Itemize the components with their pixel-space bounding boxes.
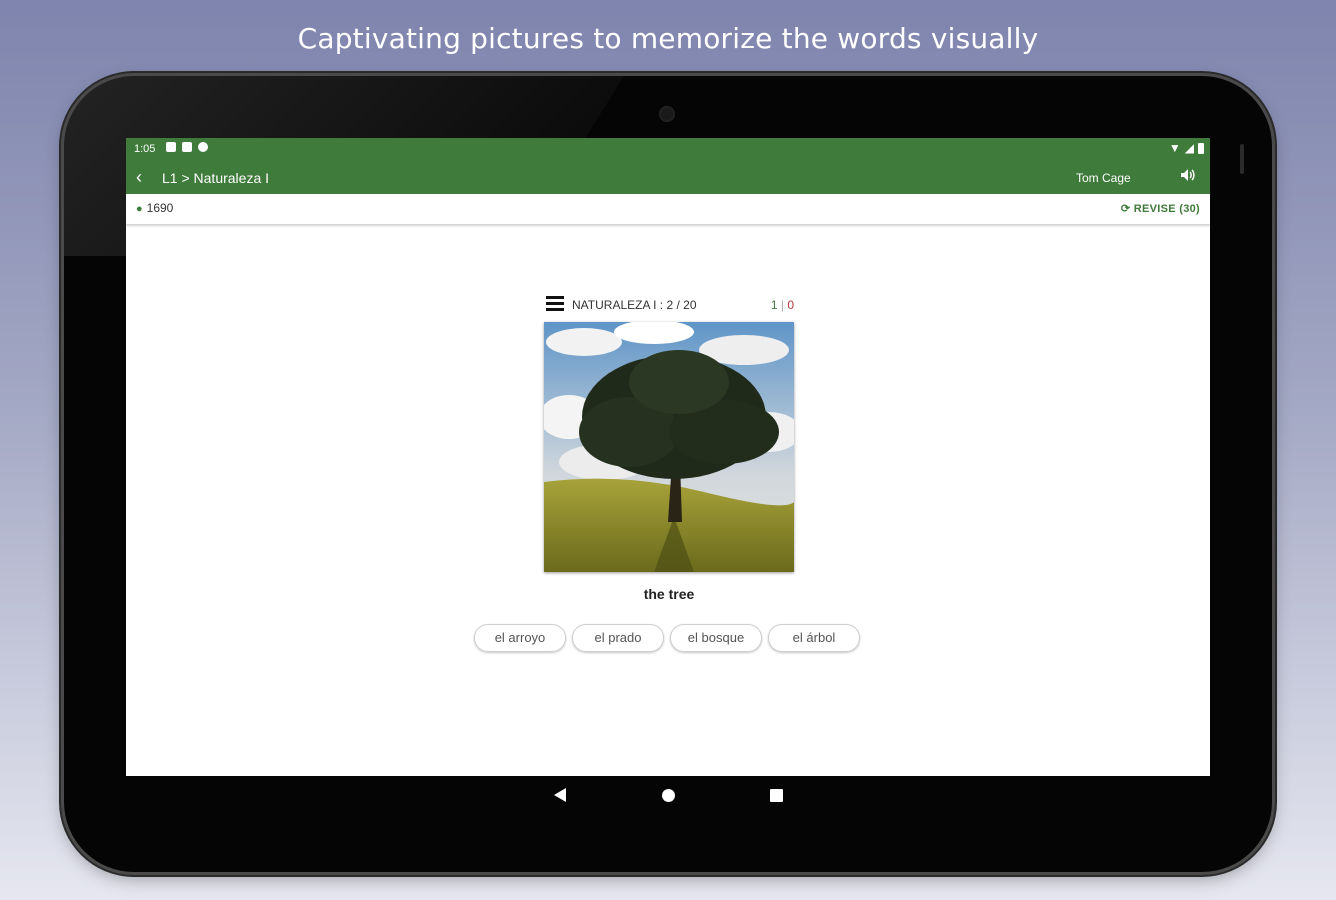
- notification-icons: [166, 142, 208, 152]
- points-display: ● 1690: [136, 201, 173, 215]
- word-caption: the tree: [643, 586, 695, 602]
- marketing-headline: Captivating pictures to memorize the wor…: [297, 22, 1039, 55]
- system-status-icons: ▼ ◢: [1169, 141, 1204, 155]
- app-bar: 1:05 ▼ ◢ ‹ L1 > Naturaleza I Tom Cage: [126, 138, 1210, 194]
- word-picture: [544, 322, 794, 572]
- choice-button[interactable]: el bosque: [670, 624, 762, 652]
- status-time: 1:05: [134, 143, 156, 155]
- refresh-icon: ⟳: [1120, 203, 1134, 215]
- score-counter: 1 | 0: [771, 298, 794, 312]
- volume-icon[interactable]: [1180, 168, 1196, 185]
- status-bar: 1:05 ▼ ◢: [126, 138, 1210, 162]
- lesson-header: NATURALEZA I : 2 / 20 1 | 0: [544, 294, 796, 316]
- score-separator: |: [780, 298, 784, 312]
- sync-icon: [198, 142, 208, 152]
- app-screen: 1:05 ▼ ◢ ‹ L1 > Naturaleza I Tom Cage ● …: [126, 138, 1210, 776]
- toolbar: ‹ L1 > Naturaleza I Tom Cage: [126, 162, 1210, 194]
- lesson-title: NATURALEZA I : 2 / 20: [572, 298, 697, 312]
- choice-button[interactable]: el arroyo: [474, 624, 566, 652]
- pin-icon: ●: [136, 203, 143, 215]
- wrong-count: 0: [787, 298, 794, 312]
- tree-illustration: [544, 322, 794, 572]
- battery-icon: [1198, 142, 1204, 154]
- nav-back-icon[interactable]: [554, 788, 566, 802]
- notification-icon: [166, 142, 176, 152]
- signal-icon: ◢: [1184, 141, 1194, 155]
- sd-card-icon: [182, 142, 192, 152]
- correct-count: 1: [770, 298, 778, 312]
- username[interactable]: Tom Cage: [1076, 171, 1131, 185]
- answer-choices: el arroyo el prado el bosque el árbol: [474, 624, 864, 652]
- nav-home-icon[interactable]: [662, 789, 675, 802]
- breadcrumb[interactable]: L1 > Naturaleza I: [162, 170, 269, 186]
- android-nav-bar: [126, 776, 1210, 818]
- info-bar: ● 1690 ⟳ REVISE (30): [126, 194, 1210, 224]
- choice-button[interactable]: el árbol: [768, 624, 860, 652]
- revise-label: REVISE (30): [1133, 203, 1200, 215]
- nav-recent-icon[interactable]: [770, 789, 783, 802]
- tablet-frame: 1:05 ▼ ◢ ‹ L1 > Naturaleza I Tom Cage ● …: [64, 76, 1272, 872]
- side-button: [1240, 144, 1244, 174]
- choice-button[interactable]: el prado: [572, 624, 664, 652]
- points-value: 1690: [146, 201, 174, 215]
- wifi-icon: ▼: [1168, 141, 1181, 155]
- volume-icon-graphic: [1181, 169, 1195, 181]
- menu-icon[interactable]: [546, 296, 564, 312]
- camera-icon: [659, 106, 675, 122]
- revise-button[interactable]: ⟳ REVISE (30): [1121, 202, 1200, 215]
- back-icon[interactable]: ‹: [136, 167, 142, 187]
